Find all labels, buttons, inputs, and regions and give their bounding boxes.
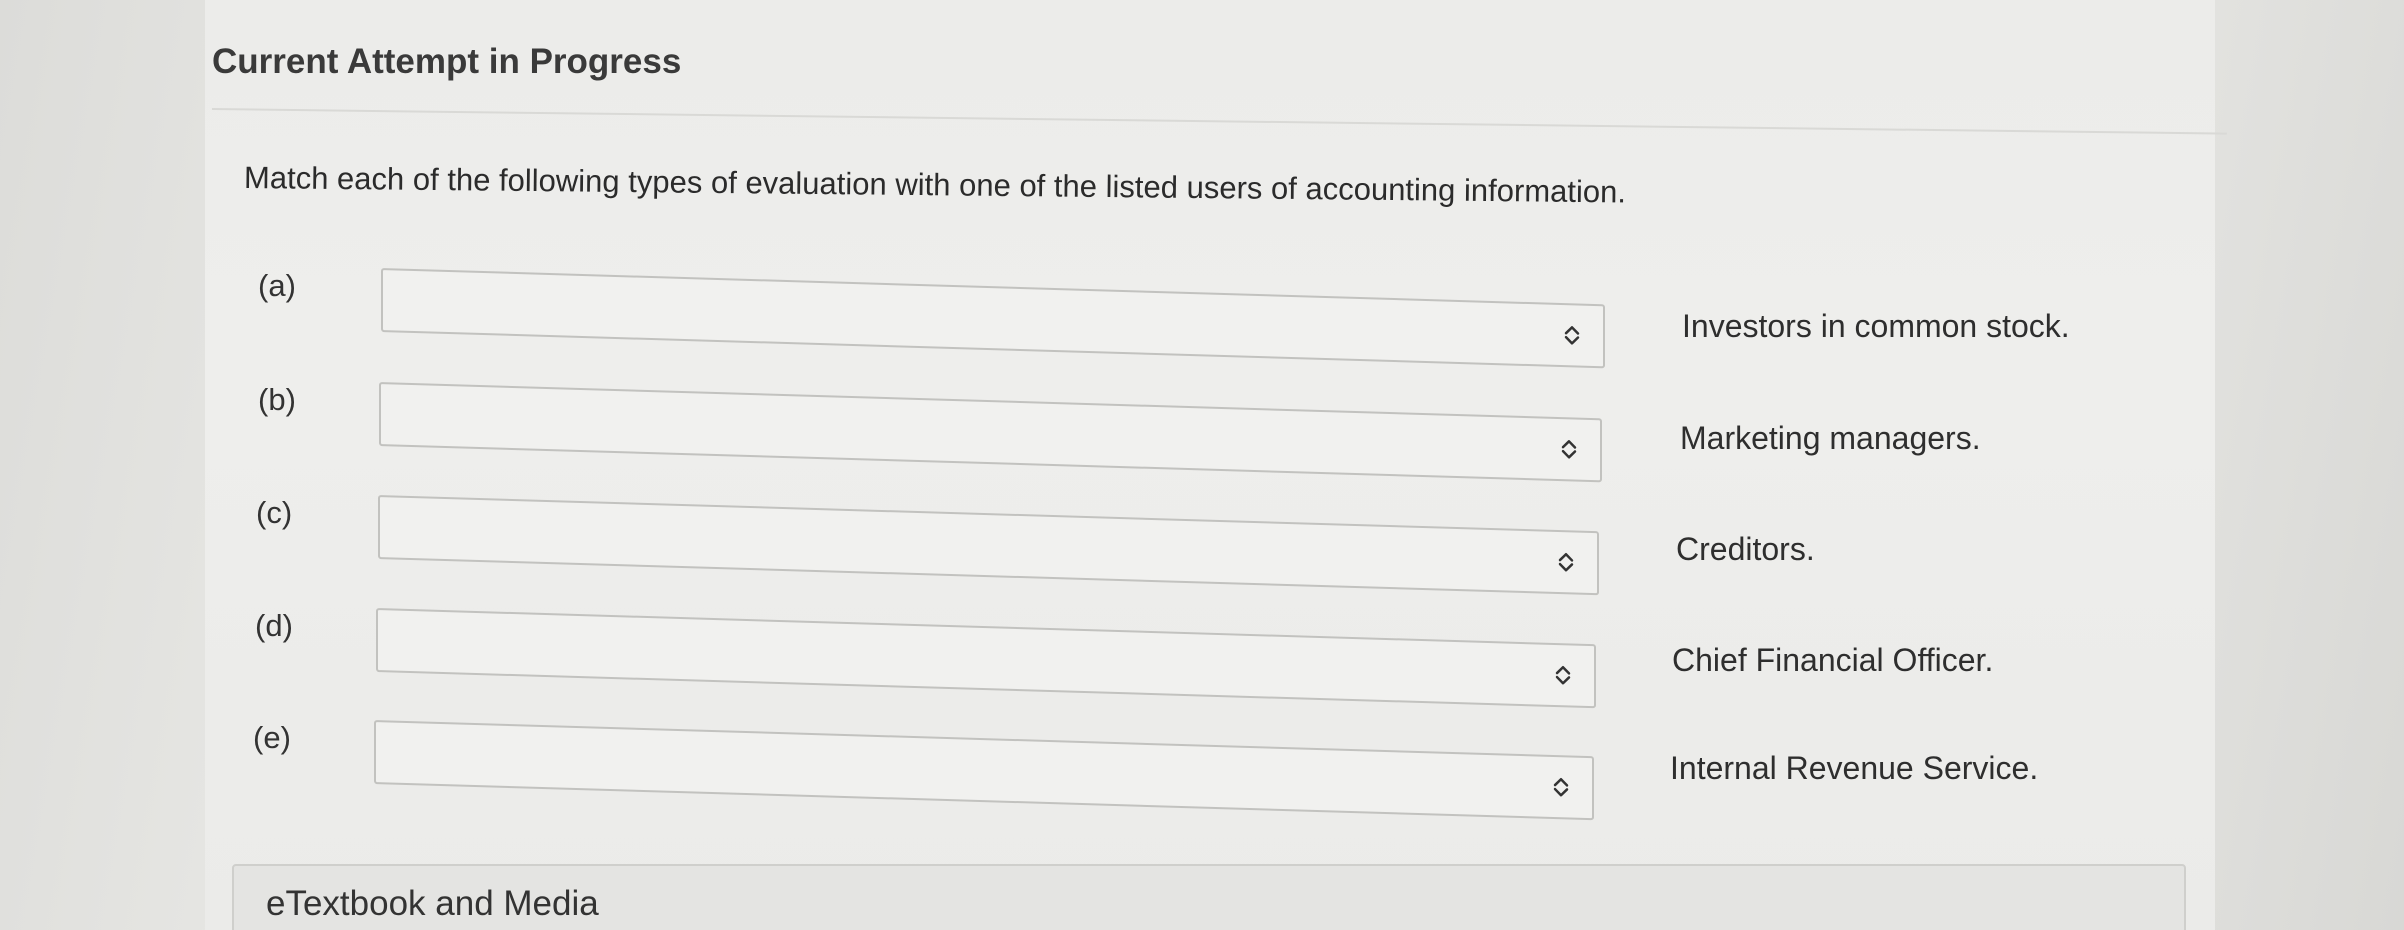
updown-chevron-icon [1561,440,1577,459]
match-label: (c) [256,495,293,530]
user-option: Investors in common stock. [1682,308,2070,344]
match-row-e: (e) Internal Revenue Service. [0,720,2404,821]
match-select-a[interactable] [381,268,1605,369]
updown-chevron-icon [1553,777,1569,797]
match-row-d: (d) Chief Financial Officer. [0,608,2404,709]
match-row-a: (a) Investors in common stock. [0,268,2404,369]
user-option: Chief Financial Officer. [1672,642,1994,678]
match-select-e[interactable] [374,720,1594,821]
match-row-c: (c) Creditors. [0,495,2404,596]
match-select-c[interactable] [378,495,1599,596]
updown-chevron-icon [1558,553,1574,572]
page: Current Attempt in Progress Match each o… [0,0,2404,930]
page-title: Current Attempt in Progress [212,42,682,81]
match-select-d[interactable] [376,608,1596,709]
user-option: Creditors. [1676,531,1815,567]
match-label: (e) [253,720,291,755]
match-label: (b) [258,382,296,417]
match-row-b: (b) Marketing managers. [0,382,2404,483]
user-option: Marketing managers. [1680,420,1981,456]
match-label: (d) [255,608,293,643]
updown-chevron-icon [1564,326,1580,345]
updown-chevron-icon [1555,665,1571,685]
match-select-b[interactable] [379,382,1602,483]
match-label: (a) [258,268,296,303]
etextbook-media-label: eTextbook and Media [266,884,599,923]
user-option: Internal Revenue Service. [1670,750,2039,786]
